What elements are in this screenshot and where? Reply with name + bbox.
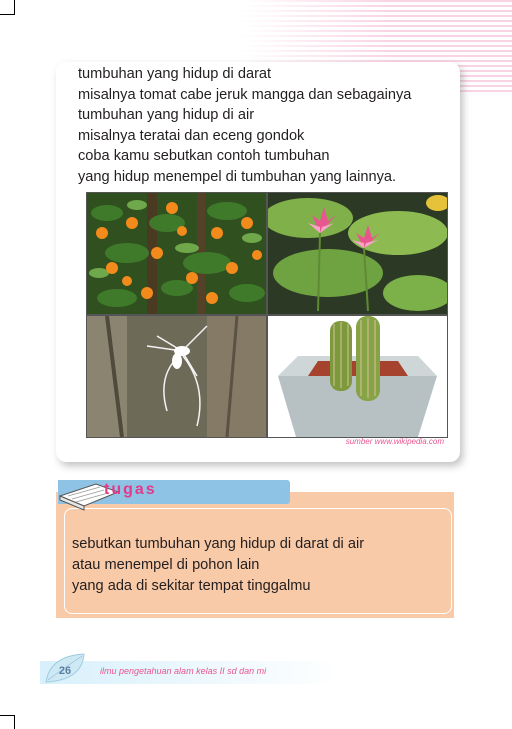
task-line: sebutkan tumbuhan yang hidup di darat di… bbox=[72, 536, 365, 552]
crop-mark bbox=[0, 14, 14, 15]
body-line: yang hidup menempel di tumbuhan yang lai… bbox=[78, 168, 397, 185]
body-line: misalnya tomat cabe jeruk mangga dan seb… bbox=[78, 86, 412, 103]
image-source-caption: sumber www.wikipedia.com bbox=[345, 437, 444, 446]
orchid-photo bbox=[87, 316, 266, 437]
task-line: atau menempel di pohon lain bbox=[72, 557, 260, 573]
body-line: misalnya teratai dan eceng gondok bbox=[78, 127, 305, 144]
lotus-photo bbox=[268, 193, 447, 314]
orange-tree-photo bbox=[87, 193, 266, 314]
task-title: tugas bbox=[104, 481, 157, 498]
task-line: yang ada di sekitar tempat tinggalmu bbox=[72, 578, 311, 594]
photo-grid bbox=[86, 192, 448, 438]
crop-mark bbox=[14, 715, 15, 729]
body-line: coba kamu sebutkan contoh tumbuhan bbox=[78, 148, 330, 164]
crop-mark bbox=[0, 715, 14, 716]
task-text: sebutkan tumbuhan yang hidup di darat di… bbox=[72, 534, 364, 597]
body-text: tumbuhan yang hidup di darat misalnya to… bbox=[78, 64, 458, 187]
body-line: tumbuhan yang hidup di darat bbox=[78, 66, 272, 82]
cactus-pot-photo bbox=[268, 316, 447, 437]
crop-mark bbox=[14, 0, 15, 15]
book-title: ilmu pengetahuan alam kelas II sd dan mi bbox=[100, 666, 267, 676]
page-number: 26 bbox=[58, 665, 72, 677]
body-line: tumbuhan yang hidup di air bbox=[78, 107, 255, 123]
